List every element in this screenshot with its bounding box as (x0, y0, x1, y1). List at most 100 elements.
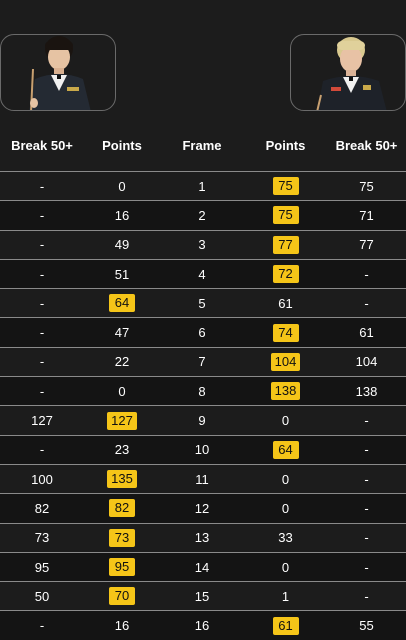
break-left-cell: 127 (0, 413, 84, 428)
break-right-cell: - (327, 442, 406, 457)
break-right-value: - (364, 471, 369, 487)
table-row: 95 95 14 0 - (0, 551, 406, 582)
points-left-cell: 0 (84, 384, 160, 399)
break-left-cell: 100 (0, 472, 84, 487)
break-right-cell: 77 (327, 237, 406, 252)
points-right-value: 0 (281, 559, 290, 575)
header-break-right: Break 50+ (335, 137, 398, 153)
break-right-value: 104 (355, 354, 378, 370)
frame-number-value: 4 (198, 266, 206, 282)
winner-score-badge: 72 (272, 265, 299, 284)
break-right-cell: - (327, 560, 406, 575)
table-row: 127 127 9 0 - (0, 405, 406, 434)
winner-score-badge: 73 (109, 528, 135, 547)
break-right-cell: - (327, 413, 406, 428)
frame-number-value: 3 (198, 237, 206, 253)
frames-table: -0 1 75 75-16 2 75 71-49 3 77 77-51 4 72- -64 5 61- -47… (0, 171, 406, 640)
break-left-value: - (39, 442, 45, 458)
points-right-cell: 0 (244, 413, 327, 428)
frame-number-value: 8 (198, 383, 206, 399)
break-right-cell: - (327, 267, 406, 282)
frame-number-cell: 12 (160, 501, 244, 516)
break-right-cell: - (327, 530, 406, 545)
break-left-cell: - (0, 296, 84, 311)
frame-number-value: 12 (194, 500, 210, 516)
break-right-value: - (364, 530, 369, 546)
points-left-cell: 16 (84, 208, 160, 223)
points-left-cell: 23 (84, 442, 160, 457)
break-left-value: 100 (31, 471, 53, 487)
table-row: - 51 4 72 - (0, 258, 406, 289)
points-left-cell: 73 (84, 528, 160, 547)
break-left-value: - (39, 178, 45, 194)
break-left-cell: - (0, 179, 84, 194)
break-right-cell: - (327, 501, 406, 516)
break-left-cell: - (0, 442, 84, 457)
break-left-value: - (39, 383, 45, 399)
player-right-avatar (290, 34, 406, 111)
break-left-cell: - (0, 325, 84, 340)
points-right-cell: 0 (244, 560, 327, 575)
frame-number-value: 5 (198, 295, 206, 311)
points-right-value: 61 (278, 295, 293, 311)
points-left-cell: 16 (84, 618, 160, 633)
frame-number-cell: 15 (160, 589, 244, 604)
winner-score-badge: 82 (109, 499, 135, 518)
table-row: - 0 8 138 138 (0, 376, 406, 406)
winner-score-badge: 135 (107, 470, 137, 489)
break-left-value: - (39, 354, 45, 370)
points-left-cell: 64 (84, 294, 160, 313)
break-left-cell: - (0, 267, 84, 282)
frame-number-value: 2 (198, 207, 206, 223)
frame-number-value: 16 (194, 618, 210, 634)
points-left-cell: 82 (84, 499, 160, 518)
table-row: - 22 7 104 104 (0, 346, 406, 376)
table-row: - 23 10 64 - (0, 434, 406, 464)
points-right-cell: 77 (244, 235, 327, 254)
table-header: Break 50+ Points Frame Points Break 50+ (0, 131, 406, 159)
points-right-cell: 33 (244, 530, 327, 545)
points-right-value: 1 (281, 588, 290, 604)
break-right-cell: - (327, 296, 406, 311)
break-right-value: 61 (359, 325, 374, 341)
points-left-cell: 49 (84, 237, 160, 252)
break-left-value: 50 (34, 588, 50, 604)
points-left-value: 0 (118, 383, 126, 399)
frame-number-value: 7 (198, 354, 206, 370)
winner-score-badge: 75 (272, 177, 299, 196)
points-right-cell: 74 (244, 323, 327, 342)
points-left-cell: 127 (84, 411, 160, 430)
break-right-value: - (364, 442, 369, 458)
frame-number-cell: 3 (160, 237, 244, 252)
points-left-value: 47 (114, 325, 130, 341)
table-row: - 49 3 77 77 (0, 229, 406, 259)
points-left-value: 51 (114, 266, 130, 282)
player-left-avatar (0, 34, 116, 111)
points-right-cell: 1 (244, 589, 327, 604)
table-row: 50 70 15 1 - (0, 581, 406, 610)
header-points-left: Points (102, 137, 142, 153)
winner-score-badge: 127 (107, 411, 137, 430)
frame-number-value: 9 (198, 413, 206, 429)
winner-score-badge: 70 (109, 587, 135, 606)
frame-number-cell: 7 (160, 354, 244, 369)
points-left-value: 0 (118, 178, 126, 194)
break-left-cell: 95 (0, 560, 84, 575)
points-right-cell: 75 (244, 206, 327, 225)
winner-score-badge: 77 (272, 235, 299, 254)
break-right-cell: 71 (327, 208, 406, 223)
break-right-cell: - (327, 472, 406, 487)
points-left-value: 22 (114, 354, 130, 370)
points-left-value: 49 (114, 237, 130, 253)
break-right-value: 75 (359, 178, 374, 194)
frame-number-value: 6 (198, 325, 206, 341)
winner-score-badge: 61 (272, 616, 299, 635)
points-right-cell: 138 (244, 382, 327, 401)
header-points-right: Points (265, 137, 306, 153)
break-left-cell: 50 (0, 589, 84, 604)
winner-score-badge: 104 (270, 352, 301, 371)
frame-number-value: 10 (194, 442, 210, 458)
header-break-left: Break 50+ (11, 137, 73, 153)
points-left-value: 16 (114, 618, 130, 634)
table-row: - 64 5 61 - (0, 288, 406, 317)
